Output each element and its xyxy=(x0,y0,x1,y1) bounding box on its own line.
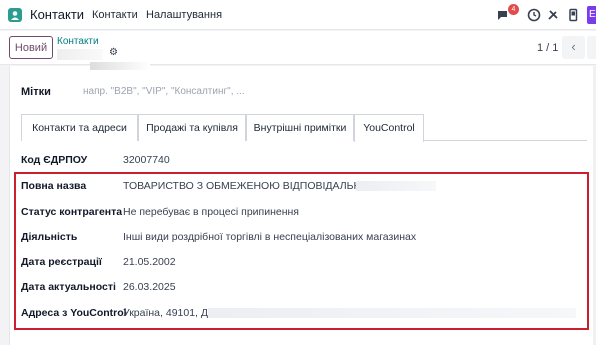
top-navbar: Контакти Контакти Налаштування 4 E xyxy=(0,0,596,30)
tools-icon[interactable] xyxy=(546,8,560,22)
redacted-address xyxy=(208,308,576,318)
tags-input[interactable]: напр. "B2B", "VIP", "Консалтинг", ... xyxy=(83,86,245,97)
tab-youcontrol[interactable]: YouControl xyxy=(354,114,424,142)
contacts-app-icon[interactable] xyxy=(8,8,22,22)
field-label: Статус контрагента xyxy=(21,206,123,218)
field-value[interactable]: 32007740 xyxy=(123,154,170,166)
field-label: Дата реєстрації xyxy=(21,256,102,268)
notebook-tabs: Контакти та адреси Продажі та купівля Вн… xyxy=(21,114,587,142)
menu-contacts[interactable]: Контакти xyxy=(92,9,138,21)
breadcrumb-current-record xyxy=(57,49,109,60)
field-value[interactable]: Не перебуває в процесі припинення xyxy=(123,206,299,218)
messages-badge: 4 xyxy=(508,4,519,15)
tab-sales-purchase[interactable]: Продажі та купівля xyxy=(138,114,246,141)
new-button[interactable]: Новий xyxy=(9,36,53,59)
pager-previous-button[interactable]: ‹ xyxy=(562,36,585,59)
breadcrumb-contacts[interactable]: Контакти xyxy=(57,36,99,47)
field-label: Повна назва xyxy=(21,180,87,192)
field-label: Код ЄДРПОУ xyxy=(21,154,88,166)
tab-internal-notes[interactable]: Внутрішні примітки xyxy=(246,114,354,141)
redacted-field xyxy=(90,62,150,70)
field-label: Дата актуальності xyxy=(21,281,116,293)
redacted-name xyxy=(356,181,436,191)
tags-label: Мітки xyxy=(21,86,51,98)
activity-clock-icon[interactable] xyxy=(527,8,541,22)
field-value[interactable]: 21.05.2002 xyxy=(123,256,176,268)
field-label: Діяльність xyxy=(21,231,78,243)
control-panel: Новий Контакти ⚙ 1 / 1 ‹ › xyxy=(0,31,596,65)
field-value[interactable]: 26.03.2025 xyxy=(123,281,176,293)
form-sheet: Мітки напр. "B2B", "VIP", "Консалтинг", … xyxy=(9,62,596,345)
app-title[interactable]: Контакти xyxy=(30,7,84,22)
user-avatar[interactable]: E xyxy=(587,6,596,24)
pager-value[interactable]: 1 / 1 xyxy=(537,42,558,54)
tab-contacts-addresses[interactable]: Контакти та адреси xyxy=(21,114,138,141)
field-label: Адреса з YouControl xyxy=(21,307,127,319)
gear-icon[interactable]: ⚙ xyxy=(109,47,118,58)
phone-icon[interactable] xyxy=(566,8,580,22)
field-value[interactable]: Інші види роздрібної торгівлі в неспеціа… xyxy=(123,231,416,243)
field-value[interactable]: Україна, 49101, Д xyxy=(123,307,208,319)
pager-next-button[interactable]: › xyxy=(587,36,596,59)
field-value[interactable]: ТОВАРИСТВО З ОБМЕЖЕНОЮ ВІДПОВІДАЛЬНІСТЮ xyxy=(123,180,388,192)
menu-settings[interactable]: Налаштування xyxy=(146,9,222,21)
